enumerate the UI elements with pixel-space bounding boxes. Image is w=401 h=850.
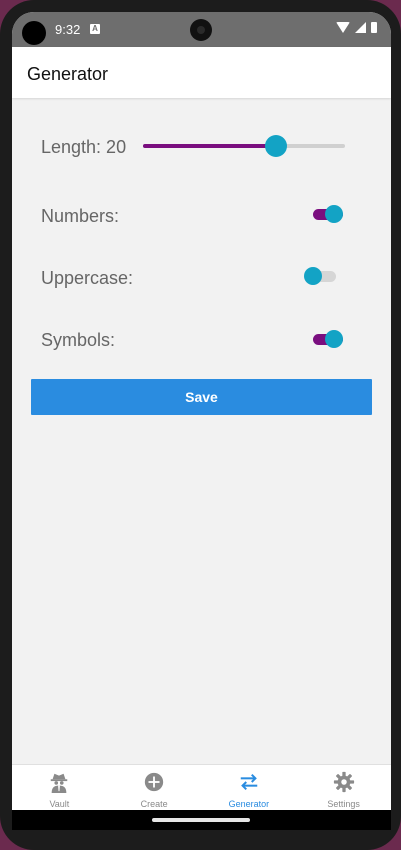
length-slider-thumb[interactable] [265, 135, 288, 157]
length-slider-fill [143, 144, 277, 148]
plus-circle-icon [144, 772, 164, 792]
gear-icon [333, 771, 354, 793]
home-gesture-handle[interactable] [152, 818, 250, 822]
save-button[interactable]: Save [31, 379, 372, 415]
a-icon: A [90, 24, 100, 34]
uppercase-toggle[interactable] [304, 266, 336, 286]
swap-arrows-icon [240, 773, 258, 791]
numbers-toggle-knob [325, 205, 343, 223]
front-camera-center [190, 19, 212, 41]
nav-item-generator[interactable]: Generator [202, 765, 297, 811]
symbols-label: Symbols: [41, 330, 116, 350]
nav-label-vault: Vault [49, 799, 70, 809]
uppercase-label: Uppercase: [41, 268, 134, 288]
system-icons [336, 22, 377, 33]
length-label: Length: 20 [41, 137, 127, 157]
nav-label-settings: Settings [327, 799, 360, 809]
length-slider[interactable] [143, 135, 345, 157]
nav-item-vault[interactable]: Vault [12, 765, 107, 811]
nav-item-create[interactable]: Create [107, 765, 202, 811]
signal-icon [355, 22, 366, 33]
spy-icon [51, 773, 68, 793]
numbers-toggle[interactable] [313, 204, 343, 224]
front-camera-left [22, 21, 46, 45]
status-bar: 9:32 A [12, 12, 391, 47]
device-frame: 9:32 A Generator Length: 20 Numbers: Upp… [0, 0, 401, 850]
status-time: 9:32 [55, 22, 81, 37]
nav-label-generator: Generator [228, 799, 270, 809]
symbols-toggle-knob [325, 330, 343, 348]
nav-label-create: Create [140, 799, 168, 809]
nav-item-settings[interactable]: Settings [296, 765, 391, 811]
wifi-icon [336, 22, 350, 33]
app-screen: 9:32 A Generator Length: 20 Numbers: Upp… [12, 12, 391, 830]
symbols-toggle[interactable] [313, 329, 343, 349]
app-bar: Generator [12, 47, 391, 98]
uppercase-toggle-knob [304, 267, 322, 285]
gesture-bar [12, 810, 391, 830]
battery-icon [371, 22, 377, 33]
page-title: Generator [27, 64, 109, 84]
numbers-label: Numbers: [41, 206, 120, 226]
bottom-nav: Vault Create Generator Settings [12, 764, 391, 811]
